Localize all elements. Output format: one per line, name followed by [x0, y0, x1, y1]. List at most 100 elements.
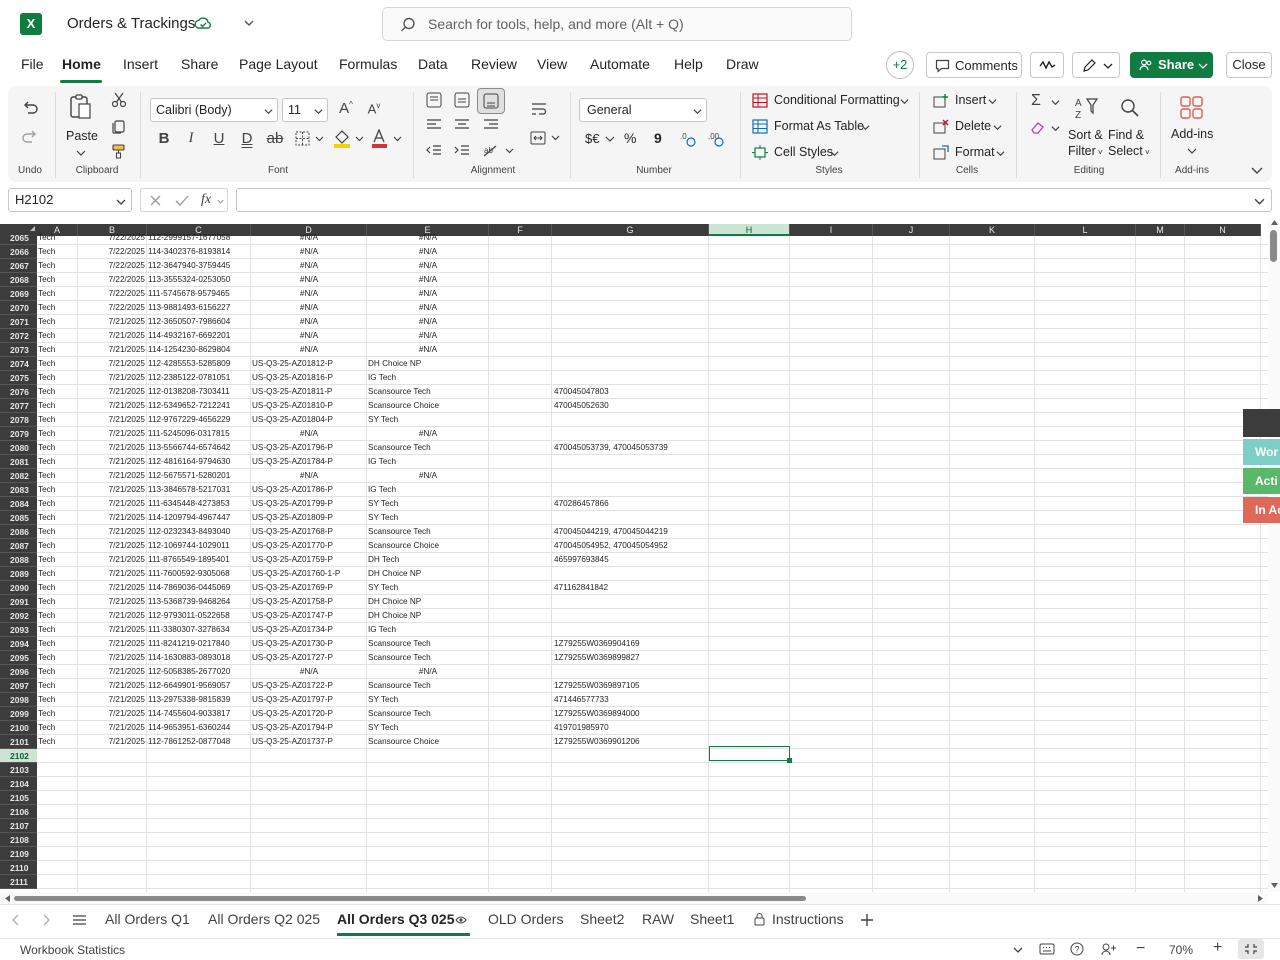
scroll-down-arrow-icon[interactable] [1270, 882, 1279, 890]
cell-e[interactable]: Scansource Tech [368, 651, 488, 665]
cell-d[interactable]: #N/A [252, 329, 366, 343]
cell-d[interactable]: #N/A [252, 315, 366, 329]
cell-e[interactable]: DH Choice NP [368, 357, 488, 371]
chevron-down-icon[interactable] [993, 123, 1002, 132]
column-header-L[interactable]: L [1035, 224, 1136, 236]
cell-styles-icon[interactable] [752, 145, 768, 160]
cell-g[interactable] [554, 329, 709, 343]
sheet-tab[interactable]: Sheet1 [690, 911, 734, 927]
cell-b[interactable] [80, 861, 145, 875]
cell-d[interactable]: US-Q3-25-AZ01768-P [252, 525, 366, 539]
cell-c[interactable]: 112-9793011-0522658 [148, 609, 250, 623]
double-underline-icon[interactable]: D [238, 130, 256, 147]
cell-g[interactable] [554, 777, 709, 791]
menu-review[interactable]: Review [471, 56, 517, 72]
cell-e[interactable]: Scansource Tech [368, 637, 488, 651]
row-header[interactable]: 2100 [0, 721, 37, 735]
sort-filter-icon[interactable]: AZ [1073, 95, 1099, 121]
row-header[interactable]: 2086 [0, 525, 37, 539]
cell-d[interactable]: US-Q3-25-AZ01816-P [252, 371, 366, 385]
cell-g[interactable] [554, 847, 709, 861]
cell-e[interactable]: #N/A [368, 665, 488, 679]
cell-g[interactable]: 470286457866 [554, 497, 709, 511]
row-header[interactable]: 2089 [0, 567, 37, 581]
cell-g[interactable] [554, 259, 709, 273]
cell-a[interactable]: Tech [38, 357, 78, 371]
wrap-text-icon[interactable] [530, 101, 548, 117]
cell-b[interactable] [80, 791, 145, 805]
cell-a[interactable] [38, 833, 78, 847]
document-title[interactable]: Orders & Trackings [67, 15, 195, 32]
cell-d[interactable]: #N/A [252, 245, 366, 259]
cell-g[interactable] [554, 469, 709, 483]
conditional-formatting-button[interactable]: Conditional Formatting [774, 93, 900, 107]
cell-e[interactable]: SY Tech [368, 497, 488, 511]
cell-c[interactable]: 112-2999157-1677058 [148, 231, 250, 245]
cell-b[interactable]: 7/22/2025 [80, 301, 145, 315]
cell-c[interactable]: 112-0138208-7303411 [148, 385, 250, 399]
cell-e[interactable]: Scansource Tech [368, 525, 488, 539]
sheet-tab[interactable]: All Orders Q3 025 [337, 911, 455, 927]
row-header[interactable]: 2071 [0, 315, 37, 329]
insert-function-icon[interactable]: fx [201, 192, 211, 208]
cell-c[interactable]: 113-9881493-6156227 [148, 301, 250, 315]
delete-cells-icon[interactable] [933, 119, 949, 134]
cell-a[interactable] [38, 847, 78, 861]
cell-a[interactable] [38, 805, 78, 819]
ribbon-collapse-icon[interactable] [1250, 166, 1264, 176]
cell-g[interactable] [554, 805, 709, 819]
cell-b[interactable]: 7/21/2025 [80, 413, 145, 427]
cell-b[interactable]: 7/21/2025 [80, 399, 145, 413]
cell-c[interactable] [148, 819, 250, 833]
cell-b[interactable]: 7/21/2025 [80, 511, 145, 525]
cell-e[interactable]: IG Tech [368, 371, 488, 385]
cell-d[interactable]: US-Q3-25-AZ01747-P [252, 609, 366, 623]
cell-a[interactable]: Tech [38, 581, 78, 595]
cell-b[interactable]: 7/22/2025 [80, 231, 145, 245]
font-name-select[interactable]: Calibri (Body) [150, 98, 278, 122]
undo-icon[interactable] [21, 101, 39, 117]
increase-decimal-icon[interactable]: .0 [679, 130, 697, 148]
cell-g[interactable] [554, 861, 709, 875]
cell-c[interactable]: 114-9653951-6360244 [148, 721, 250, 735]
cell-c[interactable]: 114-1630883-0893018 [148, 651, 250, 665]
currency-format-icon[interactable]: $€ [585, 131, 599, 146]
cell-a[interactable]: Tech [38, 441, 78, 455]
grow-font-icon[interactable]: A^ [336, 100, 356, 117]
row-header[interactable]: 2090 [0, 581, 37, 595]
add-ins-grid-icon[interactable] [1180, 96, 1204, 120]
paste-label[interactable]: Paste [66, 129, 98, 143]
cell-a[interactable]: Tech [38, 623, 78, 637]
row-header[interactable]: 2080 [0, 441, 37, 455]
cell-e[interactable]: Scansource Choice [368, 399, 488, 413]
cell-e[interactable]: IG Tech [368, 455, 488, 469]
cell-a[interactable]: Tech [38, 679, 78, 693]
row-header[interactable]: 2088 [0, 553, 37, 567]
row-header[interactable]: 2073 [0, 343, 37, 357]
cell-d[interactable] [252, 777, 366, 791]
cell-a[interactable]: Tech [38, 245, 78, 259]
prev-sheet-chevron-icon[interactable] [10, 914, 20, 926]
cell-e[interactable]: #N/A [368, 315, 488, 329]
chevron-down-icon[interactable] [1013, 945, 1023, 955]
row-header[interactable]: 2078 [0, 413, 37, 427]
cell-a[interactable]: Tech [38, 231, 78, 245]
cell-d[interactable]: US-Q3-25-AZ01811-P [252, 385, 366, 399]
cell-d[interactable]: US-Q3-25-AZ01730-P [252, 637, 366, 651]
menu-formulas[interactable]: Formulas [339, 56, 397, 72]
cell-e[interactable]: DH Choice NP [368, 595, 488, 609]
cell-c[interactable]: 113-2975338-9815839 [148, 693, 250, 707]
cell-c[interactable]: 113-3555324-0253050 [148, 273, 250, 287]
clear-eraser-icon[interactable] [1030, 120, 1046, 135]
cell-b[interactable]: 7/21/2025 [80, 693, 145, 707]
row-header[interactable]: 2098 [0, 693, 37, 707]
chevron-down-icon[interactable] [76, 148, 86, 158]
row-header[interactable]: 2097 [0, 679, 37, 693]
cell-g[interactable] [554, 287, 709, 301]
cell-d[interactable]: US-Q3-25-AZ01737-P [252, 735, 366, 749]
cell-b[interactable]: 7/21/2025 [80, 707, 145, 721]
sheet-tab[interactable]: Instructions [772, 911, 844, 927]
row-header[interactable]: 2070 [0, 301, 37, 315]
cell-a[interactable] [38, 819, 78, 833]
name-box[interactable]: H2102 [8, 188, 132, 212]
